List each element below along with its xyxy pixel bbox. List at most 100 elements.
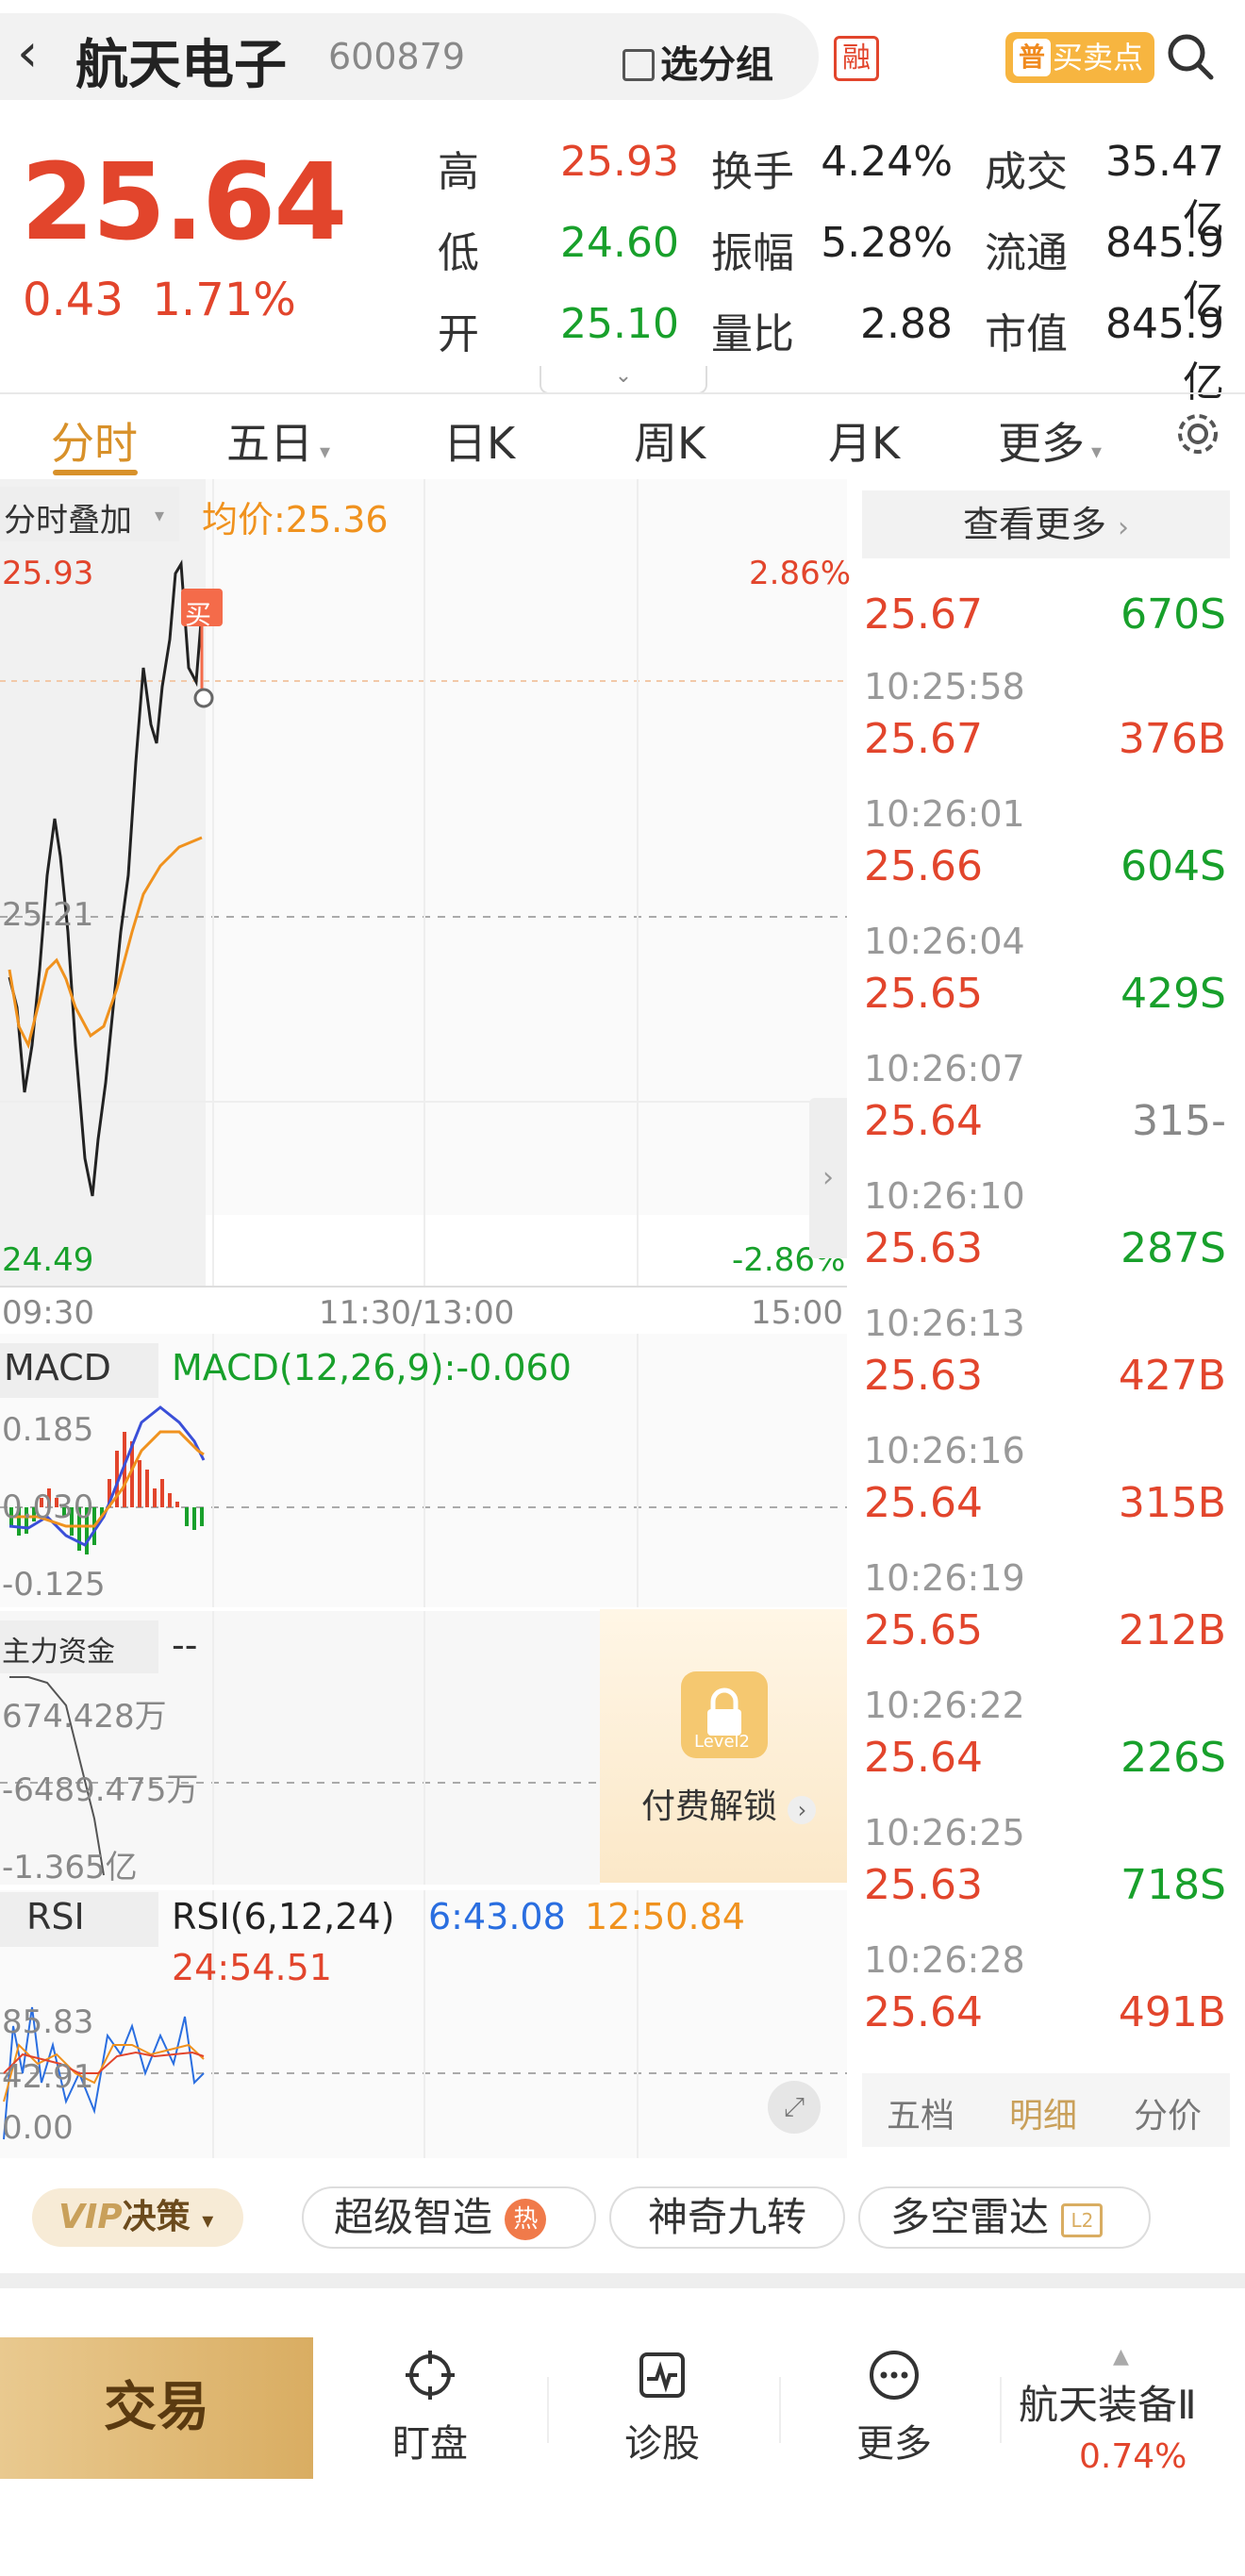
chart-bottom-price: 24.49 — [2, 1241, 94, 1279]
amplitude-label: 振幅 — [711, 229, 794, 277]
caret-up-icon: ▲ — [1113, 2345, 1129, 2368]
price-change: 0.43 1.71% — [23, 274, 296, 326]
trade-time: 10:26:13 — [864, 1303, 1025, 1344]
amplitude-value: 5.28% — [821, 219, 953, 267]
checkbox-icon — [622, 49, 655, 81]
trade-time: 10:26:04 — [864, 921, 1025, 962]
tab-five-day[interactable]: 五日 ▾ — [226, 409, 330, 472]
capital-bottom: -1.365亿 — [2, 1849, 138, 1886]
high-label: 高 — [438, 148, 479, 196]
trade-time: 10:26:16 — [864, 1430, 1025, 1471]
low-value: 24.60 — [560, 219, 679, 267]
trade-volume: 718S — [1120, 1861, 1226, 1909]
time-end: 15:00 — [751, 1294, 843, 1332]
trade-volume: 315B — [1118, 1479, 1226, 1527]
current-price: 25.64 — [21, 141, 347, 264]
nav-watch[interactable]: 盯盘 — [355, 2349, 506, 2468]
chevron-right-icon: › — [788, 1796, 817, 1824]
chip-super-manufacturing[interactable]: 超级智造 热 — [302, 2186, 596, 2249]
tab-monthly-k[interactable]: 月K — [828, 409, 900, 472]
trade-time: 10:26:19 — [864, 1557, 1025, 1599]
tab-price-distribution[interactable]: 分价 — [1134, 2088, 1202, 2137]
back-icon[interactable]: ‹ — [17, 23, 38, 84]
trade-time: 10:25:58 — [864, 666, 1025, 707]
tab-intraday[interactable]: 分时 — [51, 409, 138, 472]
trade-time: 10:26:22 — [864, 1685, 1025, 1726]
turnover-label: 换手 — [711, 148, 794, 196]
paywall-lock[interactable]: Level2 付费解锁 › — [600, 1609, 847, 1883]
market-cap-label: 市值 — [985, 310, 1068, 358]
sector-change: 0.74% — [1079, 2437, 1187, 2476]
buy-sell-label: 买卖点 — [1053, 40, 1144, 75]
stock-title: 航天电子 — [75, 35, 287, 96]
chip-magic-nine[interactable]: 神奇九转 — [609, 2186, 845, 2249]
paid-unlock-text: 付费解锁 — [641, 1787, 778, 1826]
time-start: 09:30 — [2, 1294, 94, 1332]
high-value: 25.93 — [560, 138, 679, 186]
nav-more-label: 更多 — [856, 2422, 932, 2466]
trade-price: 25.64 — [864, 1479, 983, 1527]
rsi6-value: 6:43.08 — [428, 1896, 566, 1937]
open-label: 开 — [438, 310, 479, 358]
search-icon[interactable] — [1162, 28, 1219, 85]
tab-five-day-label: 五日 — [226, 418, 313, 469]
see-more-button[interactable]: 查看更多 › — [862, 490, 1230, 558]
rsi-mid: 42.91 — [2, 2058, 94, 2096]
trade-price: 25.63 — [864, 1224, 983, 1272]
tab-active-indicator — [53, 470, 138, 475]
section-separator — [0, 2273, 1245, 2288]
vip-decision-button[interactable]: VIP决策 ▾ — [32, 2188, 243, 2247]
margin-badge[interactable]: 融 — [834, 36, 879, 81]
trade-button[interactable]: 交易 — [0, 2337, 313, 2479]
macd-value: MACD(12,26,9):-0.060 — [172, 1347, 572, 1388]
select-group-label: 选分组 — [660, 43, 773, 87]
tab-daily-k[interactable]: 日K — [443, 409, 515, 472]
buy-sell-point-button[interactable]: 普买卖点 — [1005, 32, 1154, 83]
trade-volume: 604S — [1120, 842, 1226, 890]
chart-top-price: 25.93 — [2, 555, 94, 592]
trade-time: 10:26:07 — [864, 1048, 1025, 1089]
macd-label: MACD — [4, 1347, 111, 1388]
vip-label: 决策 — [122, 2198, 191, 2236]
tab-detail[interactable]: 明细 — [1009, 2088, 1077, 2137]
capital-top: 674.428万 — [2, 1698, 167, 1736]
sector-name[interactable]: 航天装备Ⅱ — [1019, 2373, 1197, 2431]
main-capital-label: 主力资金 — [2, 1636, 115, 1669]
select-group-button[interactable]: 选分组 — [622, 34, 773, 89]
expand-panel-chevron-icon[interactable]: › — [809, 1098, 847, 1258]
pu-badge: 普 — [1013, 39, 1051, 76]
crosshair-icon — [406, 2351, 455, 2400]
rsi24-value: 24:54.51 — [172, 1947, 332, 1988]
change-percent: 1.71% — [152, 274, 296, 326]
trade-volume: 429S — [1120, 970, 1226, 1018]
trade-volume: 226S — [1120, 1734, 1226, 1782]
overlay-label: 分时叠加 — [4, 502, 132, 540]
nav-diagnose-label: 诊股 — [624, 2422, 700, 2466]
pulse-chart-icon — [639, 2352, 685, 2398]
chip-long-short-radar[interactable]: 多空雷达 L2 — [858, 2186, 1151, 2249]
hot-badge: 热 — [505, 2199, 547, 2240]
tab-more[interactable]: 更多 ▾ — [998, 409, 1102, 472]
amount-label: 成交 — [985, 148, 1068, 196]
header: ‹ 航天电子 600879 选分组 融 普买卖点 — [0, 0, 1245, 104]
chart-mid-price: 25.21 — [2, 896, 94, 934]
level2-icon: L2 — [1061, 2203, 1104, 2237]
trade-price: 25.63 — [864, 1861, 983, 1909]
expand-quote-chevron-icon[interactable]: ⌄ — [540, 366, 707, 394]
trade-volume: 287S — [1120, 1224, 1226, 1272]
chip-long-short-radar-label: 多空雷达 — [890, 2194, 1050, 2240]
fullscreen-icon[interactable]: ⤢ — [768, 2081, 821, 2134]
trade-volume: 491B — [1118, 1988, 1226, 2036]
trade-price: 25.65 — [864, 970, 983, 1018]
nav-more[interactable]: 更多 — [819, 2349, 970, 2468]
gear-icon[interactable] — [1173, 409, 1222, 458]
rsi-top: 85.83 — [2, 2003, 94, 2041]
see-more-label: 查看更多 — [962, 504, 1106, 545]
trade-price: 25.64 — [864, 1097, 983, 1145]
nav-diagnose[interactable]: 诊股 — [587, 2349, 738, 2468]
macd-bottom: -0.125 — [2, 1566, 106, 1604]
macd-mid: 0.030 — [2, 1488, 94, 1526]
tab-weekly-k[interactable]: 周K — [634, 409, 706, 472]
trade-volume: 670S — [1120, 590, 1226, 639]
tab-five-level[interactable]: 五档 — [887, 2088, 954, 2137]
